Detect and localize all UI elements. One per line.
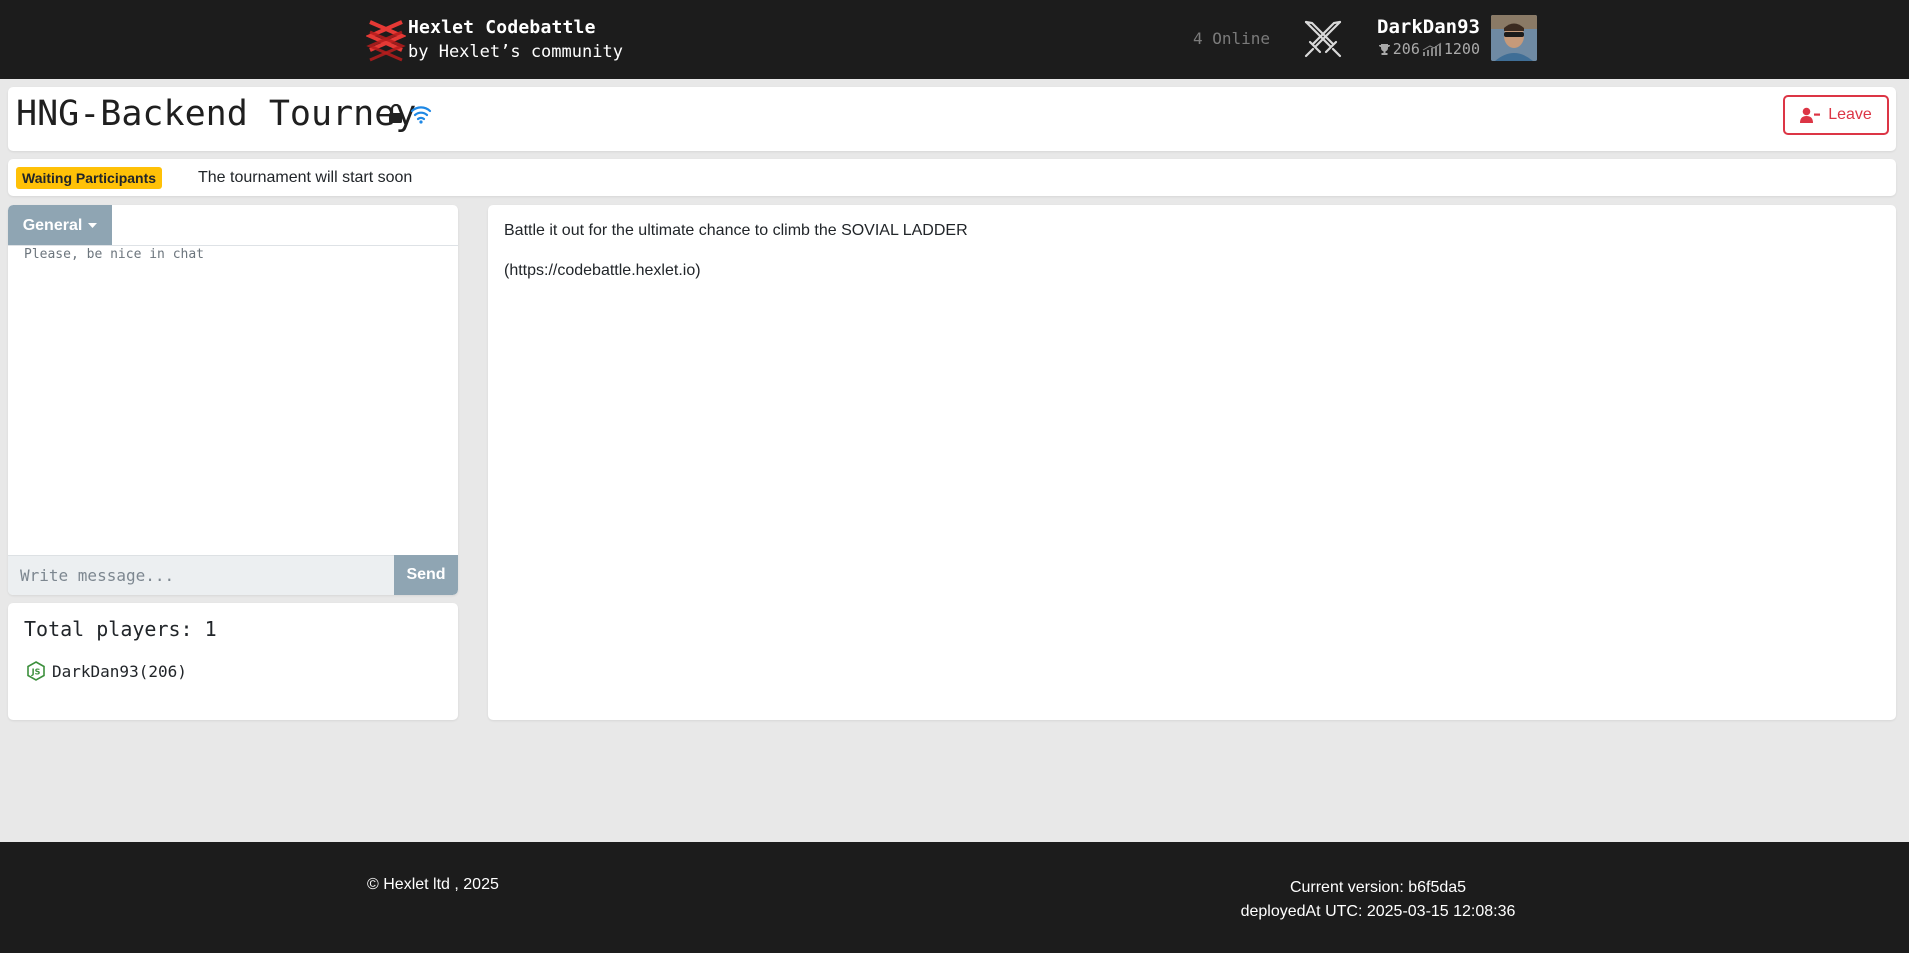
player-item[interactable]: JS DarkDan93(206) [26, 661, 187, 681]
chat-channel-dropdown[interactable]: General [8, 205, 112, 246]
status-badge: Waiting Participants [16, 167, 163, 189]
tournament-header: HNG-Backend Tourney [8, 87, 1896, 151]
trophy-icon [1378, 43, 1390, 55]
tournament-description: Battle it out for the ultimate chance to… [488, 205, 1896, 720]
user-info[interactable]: DarkDan93 206 1200 [1368, 14, 1480, 64]
user-points: 1200 [1443, 40, 1480, 58]
copyright: © Hexlet ltd , 2025 [367, 876, 499, 893]
nodejs-icon: JS [27, 661, 45, 681]
crossed-swords-icon[interactable] [1300, 16, 1346, 62]
username: DarkDan93 [1377, 16, 1480, 38]
chat-message-input[interactable] [8, 555, 394, 595]
leave-button[interactable]: Leave [1783, 95, 1889, 135]
players-panel: Total players: 1 JS DarkDan93(206) [8, 603, 458, 720]
deployed-at: deployedAt UTC: 2025-03-15 12:08:36 [1240, 903, 1516, 920]
tournament-status: Waiting Participants The tournament will… [8, 159, 1896, 196]
brand-subtitle: by Hexlet’s community [408, 42, 623, 62]
player-name: DarkDan93(206) [52, 661, 187, 681]
hexlet-logo-icon [366, 20, 406, 62]
brand-link[interactable]: Hexlet Codebattle by Hexlet’s community [366, 17, 623, 62]
status-text: The tournament will start soon [198, 169, 413, 186]
players-title: Total players: 1 [24, 617, 217, 641]
svg-text:JS: JS [31, 668, 41, 677]
footer: © Hexlet ltd , 2025 Current version: b6f… [0, 842, 1909, 953]
avatar[interactable] [1491, 15, 1537, 61]
top-navbar: Hexlet Codebattle by Hexlet’s community … [0, 0, 1909, 79]
user-minus-icon [1800, 107, 1821, 123]
current-version: Current version: b6f5da5 [1289, 879, 1467, 896]
caret-down-icon [88, 222, 98, 228]
send-button[interactable]: Send [394, 555, 458, 595]
leave-label: Leave [1828, 106, 1872, 123]
description-link[interactable]: (https://codebattle.hexlet.io) [504, 262, 701, 280]
avatar-image [1491, 15, 1537, 61]
chat-hint: Please, be nice in chat [24, 247, 205, 262]
online-count: 4 Online [1193, 29, 1271, 48]
description-text: Battle it out for the ultimate chance to… [504, 222, 968, 239]
version-info: Current version: b6f5da5 deployedAt UTC:… [1220, 876, 1536, 924]
unlock-icon [389, 104, 402, 123]
chat-panel: General Please, be nice in chat Send [8, 205, 458, 595]
wifi-icon [410, 106, 432, 124]
user-stats: 206 1200 [1368, 40, 1480, 58]
brand-title: Hexlet Codebattle [408, 17, 596, 38]
chat-channel-label: General [22, 216, 83, 234]
user-rating: 206 [1392, 40, 1420, 58]
divider [8, 245, 458, 246]
page-title: HNG-Backend Tourney [16, 94, 417, 134]
chart-icon [1422, 42, 1442, 56]
